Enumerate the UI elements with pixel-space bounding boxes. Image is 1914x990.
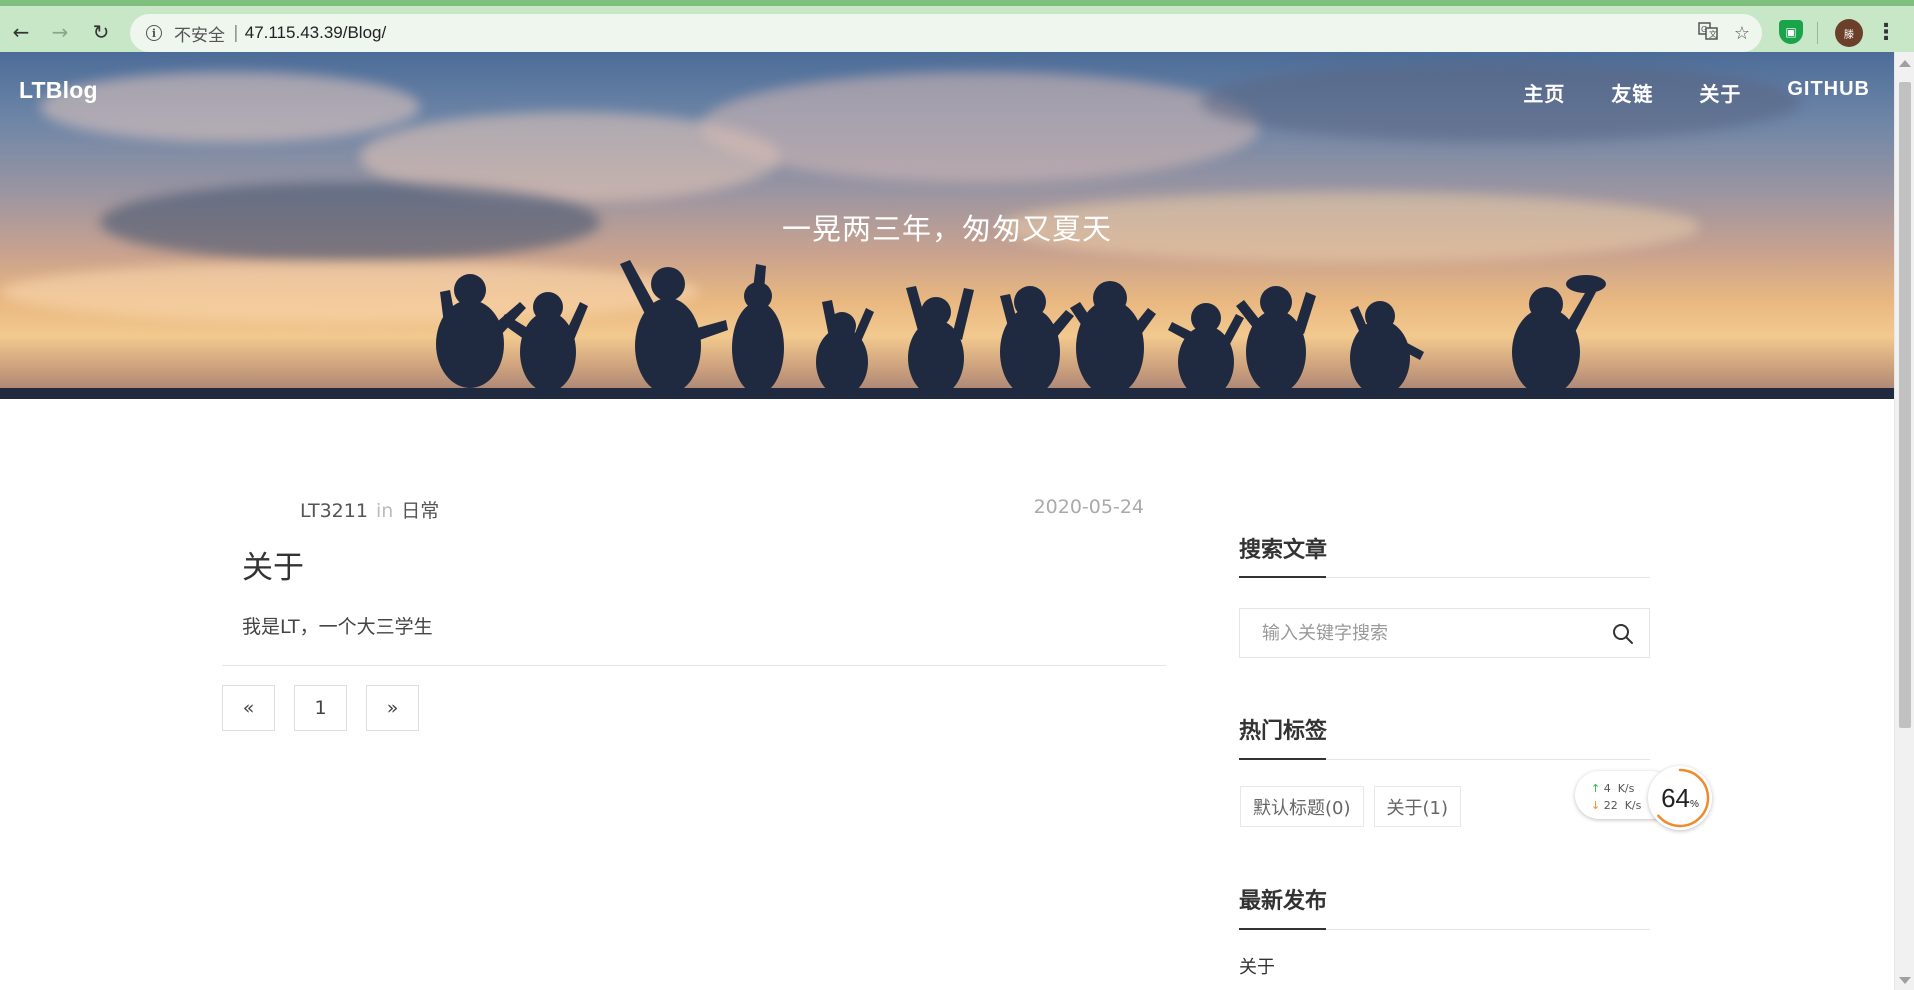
post-meta: LT3211 in 日常 2020-05-24 bbox=[300, 496, 1144, 523]
post-in-word: in bbox=[375, 500, 394, 522]
page-scrollbar[interactable] bbox=[1894, 52, 1914, 990]
browser-toolbar: ← → ↻ i 不安全 | 47.115.43.39/Blog/ 文G ☆ ▣ … bbox=[0, 0, 1914, 52]
scrollbar-thumb[interactable] bbox=[1899, 82, 1911, 728]
site-nav: 主页 友链 关于 GITHUB bbox=[1477, 78, 1870, 107]
memory-usage-ring[interactable]: 64% bbox=[1648, 766, 1712, 830]
forward-icon[interactable]: → bbox=[45, 17, 75, 47]
post-divider bbox=[222, 665, 1166, 666]
pagination-prev-button[interactable]: « bbox=[222, 685, 275, 731]
back-icon[interactable]: ← bbox=[6, 17, 36, 47]
usage-percent-sign: % bbox=[1690, 798, 1699, 810]
url-text[interactable]: 47.115.43.39/Blog/ bbox=[245, 23, 386, 43]
profile-avatar[interactable]: 滕 bbox=[1835, 19, 1863, 47]
security-label: 不安全 bbox=[174, 25, 225, 46]
usage-percent-value: 64 bbox=[1661, 782, 1690, 813]
pagination: « 1 » bbox=[222, 685, 419, 731]
shield-extension-icon[interactable]: ▣ bbox=[1779, 20, 1803, 44]
search-input[interactable] bbox=[1262, 622, 1592, 644]
post-author[interactable]: LT3211 bbox=[300, 500, 368, 522]
site-brand-logo[interactable]: LTBlog bbox=[19, 77, 98, 104]
site-tagline: 一晃两三年，匆匆又夏天 bbox=[781, 212, 1112, 246]
search-icon[interactable] bbox=[1611, 622, 1635, 646]
page-viewport: LTBlog 主页 友链 关于 GITHUB 一晃两三年，匆匆又夏天 LT321… bbox=[0, 52, 1894, 990]
latest-post-link[interactable]: 关于 bbox=[1239, 953, 1275, 979]
address-separator: | bbox=[233, 23, 239, 43]
tags-widget-title: 热门标签 bbox=[1239, 719, 1328, 744]
search-box bbox=[1239, 608, 1650, 658]
post-excerpt: 我是LT，一个大三学生 bbox=[242, 616, 433, 638]
widget-divider bbox=[1239, 576, 1650, 578]
nav-friends-link[interactable]: 友链 bbox=[1611, 78, 1653, 107]
post-date: 2020-05-24 bbox=[1033, 496, 1144, 518]
pagination-page-button[interactable]: 1 bbox=[294, 685, 347, 731]
hero-banner: LTBlog 主页 友链 关于 GITHUB 一晃两三年，匆匆又夏天 bbox=[0, 52, 1894, 399]
post-title[interactable]: 关于 bbox=[242, 542, 304, 587]
post-category[interactable]: 日常 bbox=[401, 500, 439, 522]
nav-github-link[interactable]: GITHUB bbox=[1787, 78, 1870, 107]
bookmark-star-icon[interactable]: ☆ bbox=[1734, 23, 1750, 44]
widget-divider-accent bbox=[1239, 758, 1326, 760]
widget-divider-accent bbox=[1239, 576, 1326, 578]
info-icon[interactable]: i bbox=[146, 25, 162, 41]
upload-arrow-icon: ↑ bbox=[1591, 782, 1601, 795]
download-unit: K/s bbox=[1624, 799, 1642, 812]
download-arrow-icon: ↓ bbox=[1591, 799, 1601, 812]
search-widget-title: 搜索文章 bbox=[1239, 538, 1328, 563]
scroll-down-icon[interactable] bbox=[1899, 977, 1911, 984]
nav-about-link[interactable]: 关于 bbox=[1699, 78, 1741, 107]
download-speed: 22 bbox=[1603, 799, 1618, 812]
tag-item[interactable]: 默认标题(0) bbox=[1240, 786, 1364, 827]
kebab-menu-icon[interactable]: ⋮ bbox=[1874, 20, 1898, 45]
widget-divider-accent bbox=[1239, 928, 1326, 930]
nav-home-link[interactable]: 主页 bbox=[1523, 78, 1565, 107]
translate-icon[interactable]: 文G bbox=[1698, 21, 1718, 46]
address-bar[interactable]: i 不安全 | 47.115.43.39/Blog/ 文G ☆ bbox=[130, 14, 1762, 52]
svg-text:文: 文 bbox=[1709, 29, 1717, 39]
reload-icon[interactable]: ↻ bbox=[86, 17, 116, 47]
widget-divider bbox=[1239, 928, 1650, 930]
usage-percent: 64% bbox=[1661, 783, 1699, 814]
widget-divider bbox=[1239, 758, 1650, 760]
upload-speed: 4 bbox=[1603, 782, 1611, 795]
latest-widget-title: 最新发布 bbox=[1239, 889, 1328, 914]
network-speed-widget[interactable]: ↑ 4 K/s ↓ 22 K/s 64% bbox=[1575, 766, 1715, 830]
pagination-next-button[interactable]: » bbox=[366, 685, 419, 731]
upload-unit: K/s bbox=[1617, 782, 1635, 795]
tag-list: 默认标题(0) 关于(1) bbox=[1240, 786, 1461, 827]
scroll-up-icon[interactable] bbox=[1899, 60, 1911, 67]
svg-text:G: G bbox=[1701, 25, 1707, 34]
tag-item[interactable]: 关于(1) bbox=[1373, 786, 1461, 827]
toolbar-divider bbox=[1817, 22, 1818, 44]
